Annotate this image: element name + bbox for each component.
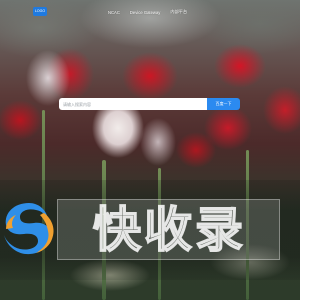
search-bar: 百度一下 [59,98,240,110]
logo-button[interactable]: LOGO [33,7,47,16]
top-nav-bar: LOGO NCAC Device Gateway 内部平台 [0,0,300,24]
watermark-text: 快收录 [92,201,246,259]
nav-item-device-gateway[interactable]: Device Gateway [130,10,161,15]
search-input[interactable] [59,98,207,110]
search-button[interactable]: 百度一下 [207,98,240,110]
page: LOGO NCAC Device Gateway 内部平台 百度一下 快收录 [0,0,300,300]
nav-item-ncac[interactable]: NCAC [108,10,120,15]
nav-menu: NCAC Device Gateway 内部平台 [108,7,187,17]
nav-item-internal-platform[interactable]: 内部平台 [170,9,187,15]
watermark-logo-icon [4,203,54,255]
